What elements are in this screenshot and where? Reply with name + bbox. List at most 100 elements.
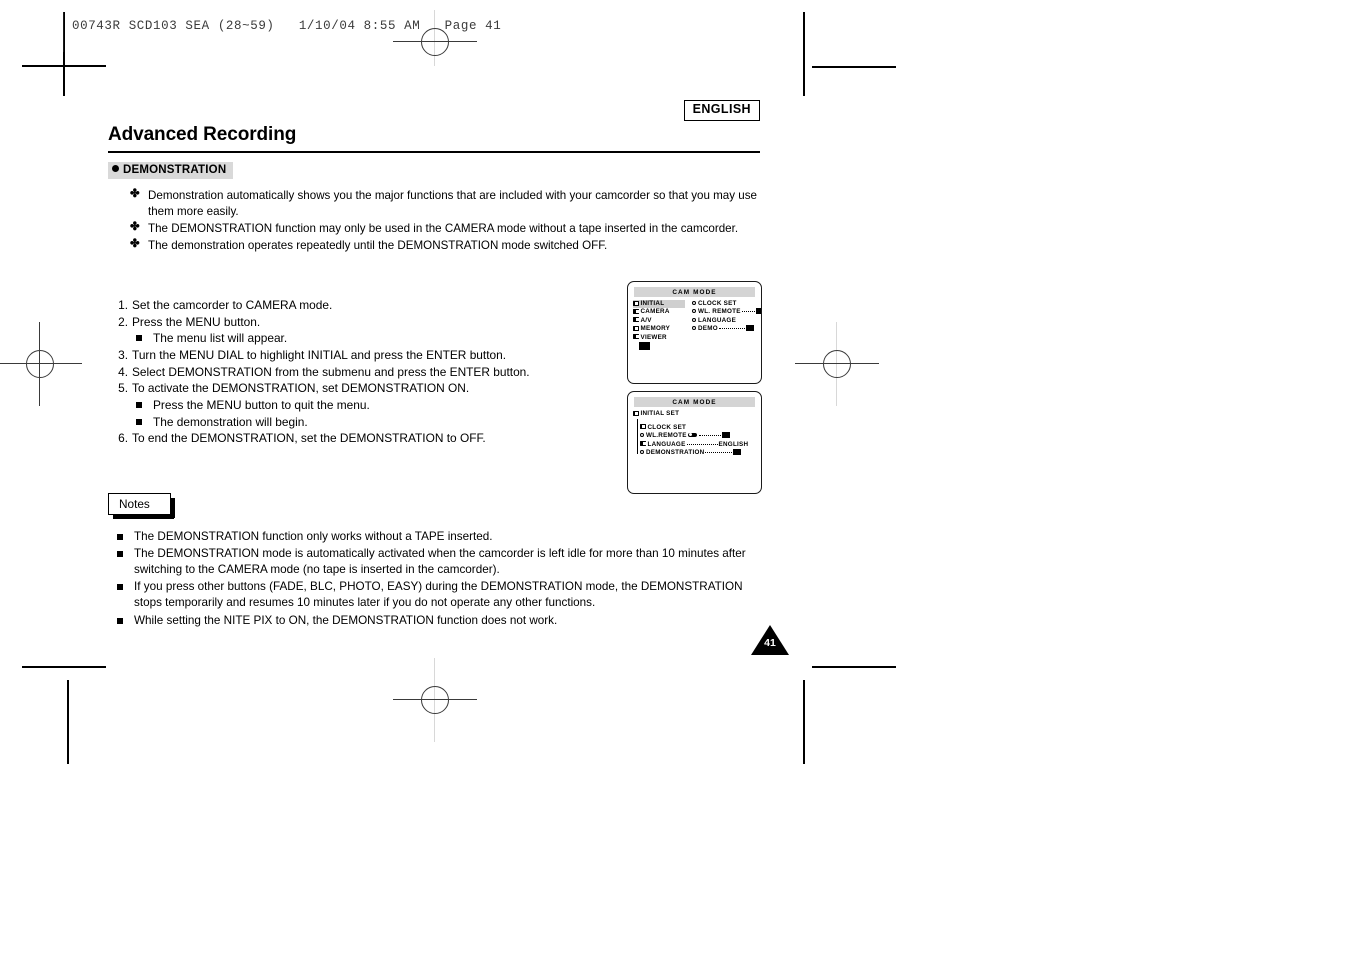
intro-bullet-list: ✤ Demonstration automatically shows you t… — [108, 188, 768, 254]
list-item: While setting the NITE PIX to ON, the DE… — [112, 613, 768, 629]
cropmark-top-right-vertical — [803, 12, 805, 96]
note-text: The DEMONSTRATION function only works wi… — [134, 529, 493, 543]
cropmark-top-left-horizontal — [22, 65, 106, 67]
step-number: 1. — [118, 297, 128, 312]
lcd-menu-label: MEMORY — [640, 325, 671, 333]
intro-bullet-text: The demonstration operates repeatedly un… — [148, 238, 608, 252]
folder-icon — [633, 325, 639, 331]
list-item: If you press other buttons (FADE, BLC, P… — [112, 579, 768, 611]
lcd-submenu-label: LANGUAGE — [698, 316, 737, 324]
lcd-submenu-tree: INITIAL SET CLOCK SET WL.REMOTE LANGUAGE… — [633, 410, 756, 458]
lcd-title-cam-mode: CAM MODE — [634, 287, 755, 297]
bullet-diamond-icon — [640, 450, 644, 455]
square-bullet-icon — [136, 418, 142, 425]
value-swatch — [755, 308, 761, 314]
cropmark-page-number-rule — [812, 666, 896, 668]
step-text: Set the camcorder to CAMERA mode. — [132, 297, 333, 312]
section-heading-label: DEMONSTRATION — [123, 164, 227, 176]
lcd-submenu-item-language: LANGUAGE — [692, 317, 758, 325]
lcd-submenu-label: CLOCK SET — [698, 300, 737, 307]
square-bullet-icon — [117, 550, 123, 557]
folder-icon — [633, 308, 639, 314]
slug-rule — [63, 12, 64, 52]
list-item: The DEMONSTRATION mode is automatically … — [112, 546, 768, 578]
flower-bullet-icon: ✤ — [130, 237, 140, 250]
folder-icon — [633, 317, 639, 323]
registration-mark-right — [795, 322, 879, 406]
lcd-menu-item-initial: INITIAL — [633, 300, 685, 309]
bullet-diamond-icon — [692, 301, 696, 305]
cropmark-bottom-left-horizontal — [22, 666, 106, 668]
leader-dots — [698, 433, 721, 437]
registration-mark-left — [0, 322, 82, 406]
notes-label: Notes — [108, 492, 175, 519]
note-text: While setting the NITE PIX to ON, the DE… — [134, 613, 558, 627]
title-divider — [108, 151, 760, 153]
section-heading: DEMONSTRATION — [108, 162, 234, 179]
lcd-submenu-value: ENGLISH — [718, 440, 749, 448]
lcd-menu-item-initial-set: INITIAL SET — [633, 410, 756, 419]
folder-icon — [633, 410, 639, 416]
lcd-menu-label: VIEWER — [640, 333, 667, 341]
notes-section: Notes The DEMONSTRATION function only wo… — [108, 492, 768, 629]
lcd-menu-item-memory: MEMORY — [633, 325, 685, 333]
cropmark-top-right-horizontal — [812, 66, 896, 68]
bullet-dot-icon — [112, 165, 119, 172]
registration-mark-bottom — [393, 658, 477, 742]
lcd-submenu-item-language: LANGUAGE ENGLISH — [633, 441, 756, 450]
step-sub-text: The menu list will appear. — [153, 331, 288, 346]
step-sub-list: Press the MENU button to quit the menu. … — [132, 397, 628, 430]
step-text: To activate the DEMONSTRATION, set DEMON… — [132, 381, 470, 396]
lcd-menu-label: INITIAL SET — [640, 410, 680, 417]
step-number: 2. — [118, 314, 128, 329]
lcd-menu-label: A/V — [640, 316, 652, 324]
square-bullet-icon — [136, 401, 142, 408]
page-number-badge: 41 — [751, 625, 789, 655]
page-title: Advanced Recording — [108, 124, 297, 145]
intro-bullet-text: Demonstration automatically shows you th… — [148, 189, 757, 218]
folder-icon — [640, 441, 646, 447]
step-sub-text: Press the MENU button to quit the menu. — [153, 397, 370, 412]
square-bullet-icon — [136, 335, 142, 342]
toggle-switch-icon — [687, 432, 697, 438]
step-text: To end the DEMONSTRATION, set the DEMONS… — [132, 431, 486, 446]
step-text: Turn the MENU DIAL to highlight INITIAL … — [132, 347, 507, 362]
folder-icon — [633, 334, 639, 340]
lcd-menu-item-camera: CAMERA — [633, 308, 685, 316]
square-bullet-icon — [117, 617, 123, 624]
lcd-submenu-item-demonstration: DEMONSTRATION — [633, 449, 756, 458]
list-item: Press the MENU button to quit the menu. — [132, 397, 628, 414]
step-text: Select DEMONSTRATION from the submenu an… — [132, 364, 530, 379]
step-number: 4. — [118, 364, 128, 379]
note-text: If you press other buttons (FADE, BLC, P… — [134, 580, 743, 610]
lcd-submenu-label: WL. REMOTE — [698, 308, 741, 316]
list-item: 1. Set the camcorder to CAMERA mode. — [108, 297, 628, 314]
list-item: 4. Select DEMONSTRATION from the submenu… — [108, 364, 628, 381]
lcd-main-menu-column: INITIAL CAMERA A/V MEMORY VIEWER — [633, 300, 685, 350]
lcd-menu-item-viewer: VIEWER — [633, 334, 685, 342]
lcd-submenu-item-clock-set: CLOCK SET — [633, 424, 756, 433]
list-item: ✤ The demonstration operates repeatedly u… — [130, 238, 768, 254]
lcd-title-cam-mode: CAM MODE — [634, 397, 755, 407]
value-swatch — [745, 325, 754, 331]
list-item: The demonstration will begin. — [132, 414, 628, 431]
step-sub-list: The menu list will appear. — [132, 330, 628, 347]
lcd-submenu-label: WL.REMOTE — [646, 432, 687, 440]
leader-dots — [705, 450, 733, 454]
step-number: 3. — [118, 347, 128, 362]
list-item: 2. Press the MENU button. The menu list … — [108, 314, 628, 347]
lcd-body: INITIAL SET CLOCK SET WL.REMOTE LANGUAGE… — [628, 410, 761, 458]
page-number-text: 41 — [764, 637, 776, 649]
lcd-screen-initial-submenu: CAM MODE INITIAL SET CLOCK SET WL.REMOTE… — [627, 391, 762, 494]
lcd-submenu-item-wl-remote: WL. REMOTE — [692, 308, 761, 316]
list-item: ✤ Demonstration automatically shows you t… — [130, 188, 768, 220]
notes-list: The DEMONSTRATION function only works wi… — [108, 529, 768, 629]
step-text: Press the MENU button. — [132, 314, 261, 329]
leader-dots — [741, 309, 755, 313]
step-number: 5. — [118, 381, 128, 396]
lcd-submenu-item-clock-set: CLOCK SET — [692, 300, 758, 308]
intro-bullet-text: The DEMONSTRATION function may only be u… — [148, 221, 739, 235]
bullet-diamond-icon — [692, 326, 696, 331]
cropmark-bottom-left-vertical — [67, 680, 69, 764]
bullet-diamond-icon — [692, 309, 696, 314]
